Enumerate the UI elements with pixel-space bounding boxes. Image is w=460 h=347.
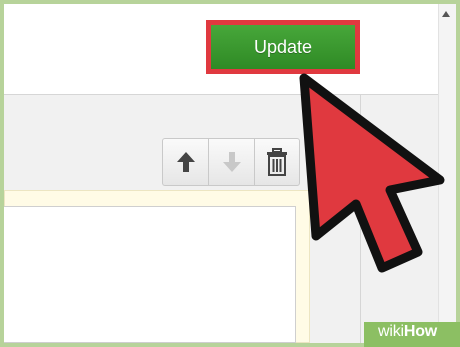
arrow-up-icon	[176, 152, 195, 172]
mouse-pointer-icon	[299, 73, 445, 273]
editor-text-area[interactable]	[4, 206, 296, 343]
item-toolbar	[162, 138, 302, 186]
watermark-prefix: wiki	[378, 323, 404, 340]
arrow-down-icon	[222, 152, 241, 172]
move-up-button[interactable]	[162, 138, 208, 186]
update-button-label: Update	[211, 25, 355, 69]
scroll-up-arrow-icon[interactable]	[442, 11, 450, 17]
watermark-suffix: How	[403, 323, 438, 340]
move-down-button[interactable]	[208, 138, 254, 186]
update-button[interactable]: Update	[206, 20, 360, 74]
trash-icon	[267, 148, 287, 176]
watermark-logo: wikiHow	[378, 323, 437, 341]
